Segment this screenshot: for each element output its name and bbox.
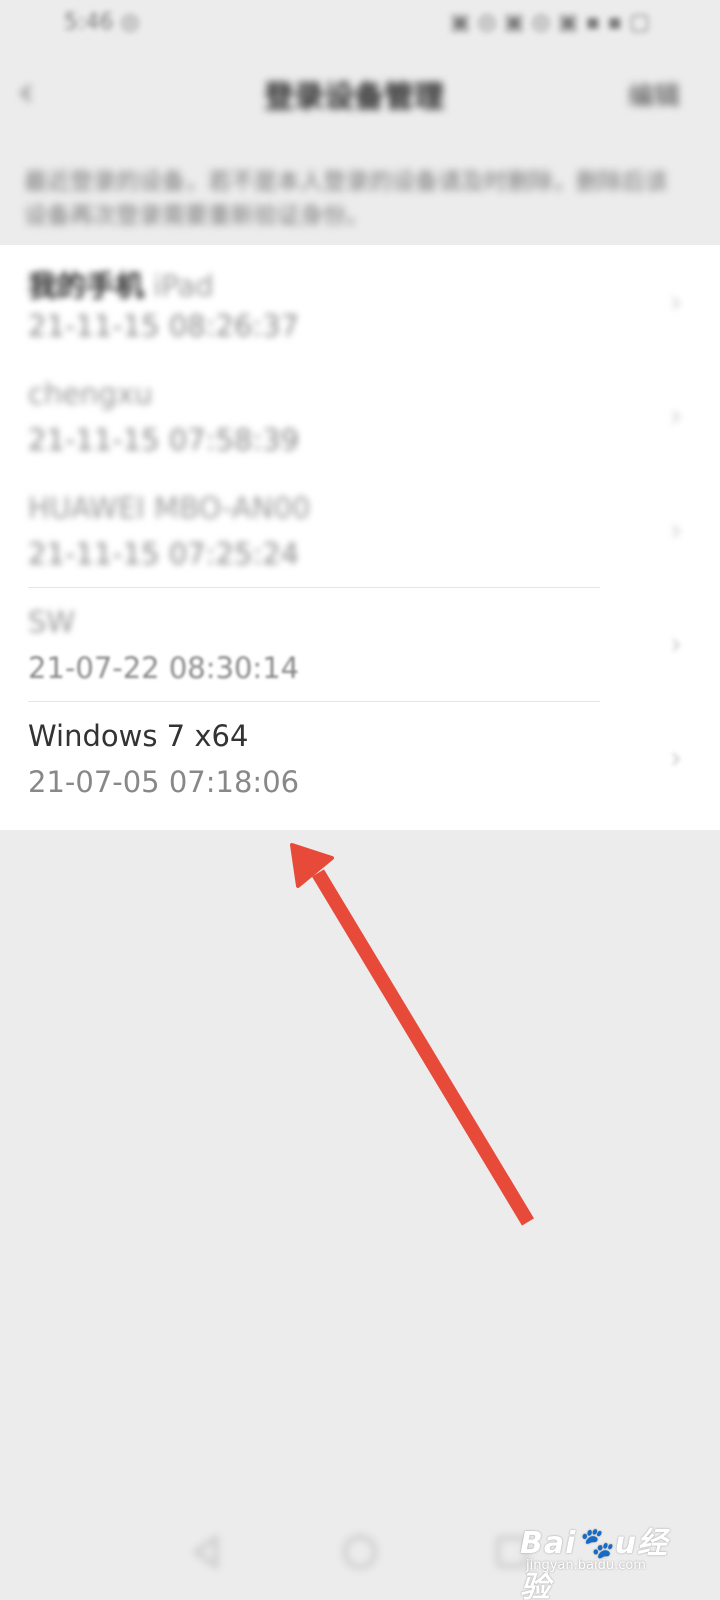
device-name-secondary: SW <box>28 605 76 639</box>
status-time: 5:46 ◎ <box>64 10 140 35</box>
app-header: ‹ 登录设备管理 编辑 <box>0 60 720 130</box>
device-name-secondary: chengxu <box>28 377 153 411</box>
device-name-secondary: HUAWEI MBO-AN00 <box>28 491 311 525</box>
device-row[interactable]: HUAWEI MBO-AN00 21-11-15 07:25:24 › <box>0 473 720 587</box>
device-login-time: 21-07-05 07:18:06 <box>28 765 300 799</box>
device-login-time: 21-07-22 08:30:14 <box>28 651 300 685</box>
watermark-url: jingyan.baidu.com <box>526 1558 646 1573</box>
device-name: 我的手机 iPad <box>28 263 214 305</box>
nav-home-button[interactable] <box>338 1530 382 1574</box>
chevron-right-icon: › <box>670 741 682 776</box>
device-name: chengxu <box>28 377 153 411</box>
device-name-secondary: iPad <box>144 269 214 303</box>
nav-back-button[interactable] <box>186 1530 230 1574</box>
device-row-selected[interactable]: Windows 7 x64 21-07-05 07:18:06 › <box>0 701 720 815</box>
screen: 5:46 ◎ ▣ ◎ ▣ ◎ ▣ ▪ ▪ ▢ ‹ 登录设备管理 编辑 最近登录的… <box>0 0 720 1600</box>
back-button[interactable]: ‹ <box>18 70 58 114</box>
page-description: 最近登录的设备，若不是本人登录的设备请及时删除，删除后该设备再次登录需要重新验证… <box>24 169 668 229</box>
device-login-time: 21-11-15 08:26:37 <box>28 309 300 343</box>
device-row[interactable]: 我的手机 iPad 21-11-15 08:26:37 › <box>0 245 720 359</box>
chevron-right-icon: › <box>670 399 682 434</box>
device-name: HUAWEI MBO-AN00 <box>28 491 310 525</box>
device-login-time: 21-11-15 07:25:24 <box>28 537 300 571</box>
nav-home-icon <box>343 1535 377 1569</box>
device-name: Windows 7 x64 <box>28 719 248 753</box>
device-name-primary: 我的手机 <box>28 269 145 303</box>
device-list: 我的手机 iPad 21-11-15 08:26:37 › chengxu 21… <box>0 245 720 830</box>
chevron-right-icon: › <box>670 627 682 662</box>
device-name-secondary: Windows 7 x64 <box>28 719 249 753</box>
chevron-right-icon: › <box>670 513 682 548</box>
annotation-arrow-head <box>290 843 334 888</box>
watermark: Bai🐾u经验 jingyan.baidu.com <box>520 1518 670 1600</box>
chevron-right-icon: › <box>670 285 682 320</box>
status-bar: 5:46 ◎ ▣ ◎ ▣ ◎ ▣ ▪ ▪ ▢ <box>0 0 720 50</box>
device-login-time: 21-11-15 07:58:39 <box>28 423 300 457</box>
chevron-left-icon: ‹ <box>18 69 34 115</box>
edit-button[interactable]: 编辑 <box>628 76 680 113</box>
annotation-arrow-shaft <box>312 869 534 1226</box>
page-title: 登录设备管理 <box>264 80 444 115</box>
status-icons: ▣ ◎ ▣ ◎ ▣ ▪ ▪ ▢ <box>449 10 650 35</box>
device-row[interactable]: SW 21-07-22 08:30:14 › <box>0 587 720 701</box>
device-name: SW <box>28 605 75 639</box>
device-row[interactable]: chengxu 21-11-15 07:58:39 › <box>0 359 720 473</box>
nav-back-icon <box>192 1534 218 1570</box>
